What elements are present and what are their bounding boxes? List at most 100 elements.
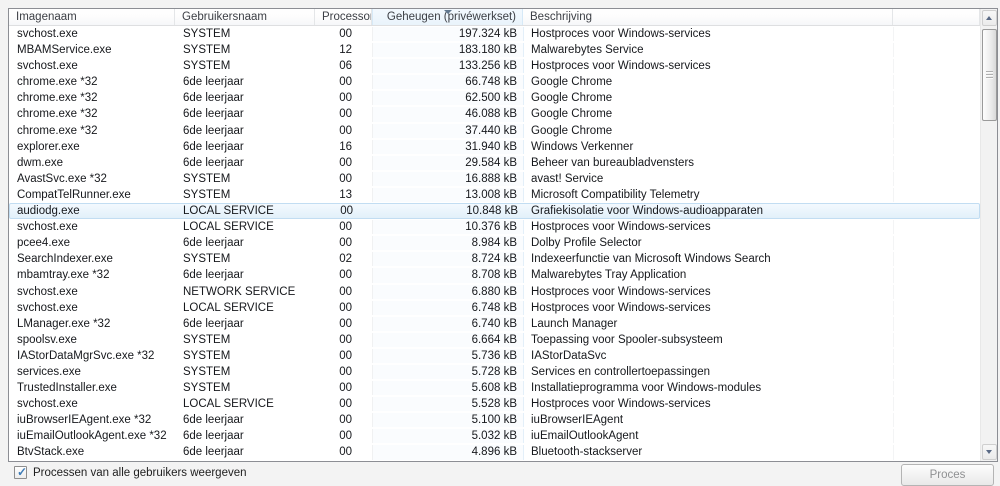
process-row[interactable]: services.exeSYSTEM005.728 kBServices en … xyxy=(9,364,980,380)
cell-image: chrome.exe *32 xyxy=(10,107,176,121)
process-row[interactable]: iuEmailOutlookAgent.exe *326de leerjaar0… xyxy=(9,428,980,444)
process-row[interactable]: SearchIndexer.exeSYSTEM028.724 kBIndexee… xyxy=(9,251,980,267)
cell-memory: 5.728 kB xyxy=(373,365,524,379)
cell-image: svchost.exe xyxy=(10,59,176,73)
cell-cpu: 00 xyxy=(316,91,373,105)
cell-filler xyxy=(894,27,979,41)
cell-cpu: 16 xyxy=(316,140,373,154)
cell-description: Google Chrome xyxy=(524,75,894,89)
process-row[interactable]: BtvStack.exe6de leerjaar004.896 kBBlueto… xyxy=(9,444,980,460)
cell-description: Hostproces voor Windows-services xyxy=(524,285,894,299)
cell-image: svchost.exe xyxy=(10,27,176,41)
process-row[interactable]: AvastSvc.exe *32SYSTEM0016.888 kBavast! … xyxy=(9,171,980,187)
process-row[interactable]: spoolsv.exeSYSTEM006.664 kBToepassing vo… xyxy=(9,332,980,348)
cell-cpu: 00 xyxy=(316,333,373,347)
process-list: Imagenaam Gebruikersnaam Processor Geheu… xyxy=(8,8,998,462)
cell-image: BtvStack.exe xyxy=(10,445,176,459)
cell-memory: 8.984 kB xyxy=(373,236,524,250)
cell-user: 6de leerjaar xyxy=(176,91,316,105)
cell-filler xyxy=(894,445,979,459)
cell-memory: 8.724 kB xyxy=(373,252,524,266)
process-row[interactable]: chrome.exe *326de leerjaar0046.088 kBGoo… xyxy=(9,106,980,122)
cell-filler xyxy=(894,220,979,234)
cell-filler xyxy=(894,317,979,331)
cell-filler xyxy=(894,333,979,347)
scroll-down-button[interactable] xyxy=(982,444,997,460)
cell-memory: 46.088 kB xyxy=(373,107,524,121)
cell-image: audiodg.exe xyxy=(10,204,176,218)
cell-description: Windows Verkenner xyxy=(524,140,894,154)
process-row[interactable]: svchost.exeLOCAL SERVICE006.748 kBHostpr… xyxy=(9,300,980,316)
process-row[interactable]: svchost.exeNETWORK SERVICE006.880 kBHost… xyxy=(9,284,980,300)
cell-image: svchost.exe xyxy=(10,220,176,234)
process-row[interactable]: mbamtray.exe *326de leerjaar008.708 kBMa… xyxy=(9,267,980,283)
cell-cpu: 00 xyxy=(316,204,373,218)
show-all-users-checkbox[interactable]: ✓ xyxy=(14,466,27,479)
scrollbar-thumb[interactable] xyxy=(982,29,997,121)
process-row-selected[interactable]: audiodg.exeLOCAL SERVICE0010.848 kBGrafi… xyxy=(9,203,980,219)
cell-memory: 62.500 kB xyxy=(373,91,524,105)
cell-user: SYSTEM xyxy=(176,188,316,202)
process-row[interactable]: MBAMService.exeSYSTEM12183.180 kBMalware… xyxy=(9,42,980,58)
cell-description: iuEmailOutlookAgent xyxy=(524,429,894,443)
cell-cpu: 00 xyxy=(316,445,373,459)
cell-cpu: 13 xyxy=(316,188,373,202)
process-row[interactable]: explorer.exe6de leerjaar1631.940 kBWindo… xyxy=(9,139,980,155)
cell-description: Microsoft Compatibility Telemetry xyxy=(524,188,894,202)
process-row[interactable]: chrome.exe *326de leerjaar0066.748 kBGoo… xyxy=(9,74,980,90)
process-row[interactable]: svchost.exeLOCAL SERVICE005.528 kBHostpr… xyxy=(9,396,980,412)
cell-description: IAStorDataSvc xyxy=(524,349,894,363)
column-header-beschrijving[interactable]: Beschrijving xyxy=(523,9,893,25)
cell-cpu: 02 xyxy=(316,252,373,266)
cell-filler xyxy=(894,236,979,250)
cell-memory: 5.608 kB xyxy=(373,381,524,395)
cell-memory: 29.584 kB xyxy=(373,156,524,170)
cell-description: Google Chrome xyxy=(524,107,894,121)
cell-image: svchost.exe xyxy=(10,397,176,411)
cell-user: SYSTEM xyxy=(176,365,316,379)
process-row[interactable]: LManager.exe *326de leerjaar006.740 kBLa… xyxy=(9,316,980,332)
process-rows: svchost.exeSYSTEM00197.324 kBHostproces … xyxy=(9,26,980,461)
cell-user: SYSTEM xyxy=(176,43,316,57)
process-row[interactable]: CompatTelRunner.exeSYSTEM1313.008 kBMicr… xyxy=(9,187,980,203)
process-row[interactable]: IAStorDataMgrSvc.exe *32SYSTEM005.736 kB… xyxy=(9,348,980,364)
column-header-processor[interactable]: Processor xyxy=(315,9,372,25)
end-process-button[interactable]: Proces beëindigen xyxy=(901,464,994,486)
cell-memory: 13.008 kB xyxy=(373,188,524,202)
process-row[interactable]: svchost.exeLOCAL SERVICE0010.376 kBHostp… xyxy=(9,219,980,235)
cell-user: LOCAL SERVICE xyxy=(176,301,316,315)
sort-descending-icon xyxy=(444,10,452,14)
cell-cpu: 00 xyxy=(316,317,373,331)
process-row[interactable]: dwm.exe6de leerjaar0029.584 kBBeheer van… xyxy=(9,155,980,171)
cell-user: SYSTEM xyxy=(176,349,316,363)
show-all-users-checkbox-group[interactable]: ✓ Processen van alle gebruikers weergeve… xyxy=(14,466,247,479)
cell-user: LOCAL SERVICE xyxy=(176,204,316,218)
cell-memory: 133.256 kB xyxy=(373,59,524,73)
cell-memory: 5.736 kB xyxy=(373,349,524,363)
process-row[interactable]: svchost.exeSYSTEM00197.324 kBHostproces … xyxy=(9,26,980,42)
process-row[interactable]: chrome.exe *326de leerjaar0037.440 kBGoo… xyxy=(9,123,980,139)
cell-description: Hostproces voor Windows-services xyxy=(524,27,894,41)
process-row[interactable]: svchost.exeSYSTEM06133.256 kBHostproces … xyxy=(9,58,980,74)
cell-image: explorer.exe xyxy=(10,140,176,154)
scroll-up-button[interactable] xyxy=(982,10,997,26)
cell-user: 6de leerjaar xyxy=(176,445,316,459)
cell-description: Google Chrome xyxy=(524,124,894,138)
cell-image: svchost.exe xyxy=(10,285,176,299)
cell-filler xyxy=(894,43,979,57)
cell-image: chrome.exe *32 xyxy=(10,91,176,105)
process-row[interactable]: pcee4.exe6de leerjaar008.984 kBDolby Pro… xyxy=(9,235,980,251)
cell-description: iuBrowserIEAgent xyxy=(524,413,894,427)
cell-image: chrome.exe *32 xyxy=(10,75,176,89)
vertical-scrollbar[interactable] xyxy=(980,9,997,461)
cell-cpu: 00 xyxy=(316,268,373,282)
column-header-imagenaam[interactable]: Imagenaam xyxy=(9,9,175,25)
cell-filler xyxy=(894,91,979,105)
cell-cpu: 00 xyxy=(316,75,373,89)
cell-memory: 6.748 kB xyxy=(373,301,524,315)
column-header-geheugen[interactable]: Geheugen (privéwerkset) xyxy=(372,9,523,25)
process-row[interactable]: iuBrowserIEAgent.exe *326de leerjaar005.… xyxy=(9,412,980,428)
column-header-gebruikersnaam[interactable]: Gebruikersnaam xyxy=(175,9,315,25)
process-row[interactable]: chrome.exe *326de leerjaar0062.500 kBGoo… xyxy=(9,90,980,106)
process-row[interactable]: TrustedInstaller.exeSYSTEM005.608 kBInst… xyxy=(9,380,980,396)
